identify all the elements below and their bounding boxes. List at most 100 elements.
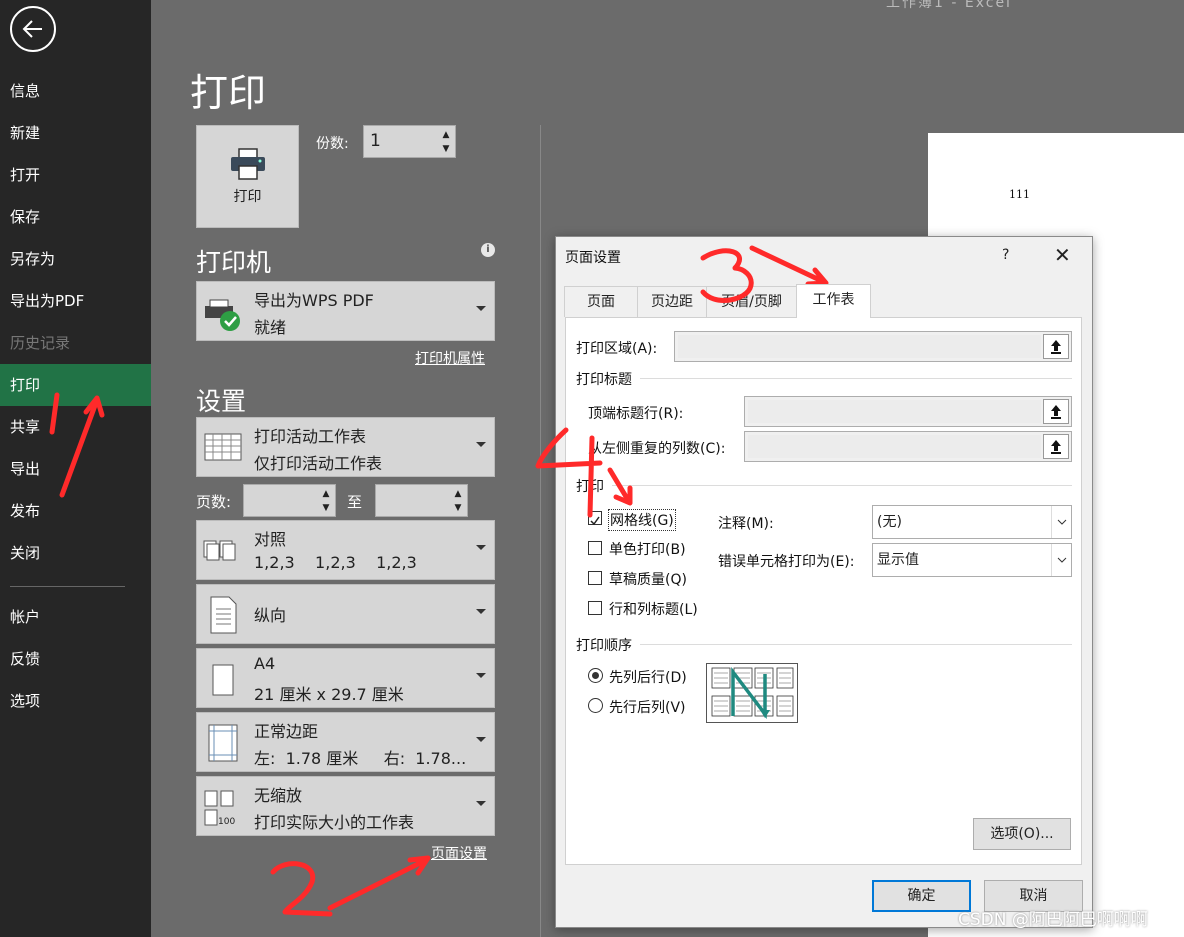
black-white-checkbox[interactable] (588, 541, 602, 555)
nav-new[interactable]: 新建 (0, 112, 151, 154)
collapse-dialog-button[interactable] (1043, 399, 1069, 424)
print-area-label: 打印区域(A): (576, 341, 658, 357)
paper-size-select[interactable]: A4 21 厘米 x 29.7 厘米 (196, 648, 495, 708)
ok-button[interactable]: 确定 (872, 880, 971, 912)
over-then-down-label[interactable]: 先行后列(V) (609, 697, 686, 717)
paper-size-desc: 21 厘米 x 29.7 厘米 (254, 685, 404, 704)
nav-save-as[interactable]: 另存为 (0, 238, 151, 280)
print-area-input[interactable] (674, 331, 1072, 362)
scaling-desc: 打印实际大小的工作表 (254, 813, 415, 832)
nav-account[interactable]: 帐户 (0, 596, 151, 638)
print-button[interactable]: 打印 (196, 125, 299, 228)
print-scope-select[interactable]: 打印活动工作表 仅打印活动工作表 (196, 417, 495, 477)
cell-errors-select[interactable]: 显示值 (872, 543, 1072, 577)
collate-select[interactable]: 对照 1,2,3 1,2,3 1,2,3 (196, 520, 495, 580)
print-titles-group-label: 打印标题 (576, 372, 632, 388)
close-icon[interactable]: ✕ (1054, 243, 1071, 267)
tab-margins[interactable]: 页边距 (637, 286, 707, 317)
nav-divider (10, 586, 125, 587)
options-button[interactable]: 选项(O)... (973, 818, 1071, 850)
chevron-down-icon (1051, 544, 1071, 576)
group-divider (612, 485, 1072, 486)
cell-errors-value: 显示值 (877, 552, 919, 568)
upload-arrow-icon (1051, 439, 1061, 454)
down-then-over-label[interactable]: 先列后行(D) (609, 667, 687, 687)
print-scope-desc: 仅打印活动工作表 (254, 454, 383, 473)
nav-options[interactable]: 选项 (0, 680, 151, 722)
page-order-icon (711, 666, 794, 720)
margins-title: 正常边距 (254, 722, 319, 741)
pages-from-input[interactable]: ▲ ▼ (243, 484, 336, 517)
nav-export-pdf[interactable]: 导出为PDF (0, 280, 151, 322)
nav-export[interactable]: 导出 (0, 448, 151, 490)
row-col-headings-checkbox[interactable] (588, 601, 602, 615)
printer-select[interactable]: 导出为WPS PDF 就绪 (196, 281, 495, 341)
chevron-down-icon (476, 545, 486, 550)
rows-repeat-input[interactable] (744, 396, 1072, 427)
printer-properties-link[interactable]: 打印机属性 (415, 348, 485, 368)
nav-history: 历史记录 (10, 334, 71, 352)
printer-ready-icon (205, 299, 240, 331)
comments-select[interactable]: (无) (872, 505, 1072, 539)
nav-share[interactable]: 共享 (0, 406, 151, 448)
chevron-down-icon (476, 306, 486, 311)
nav-feedback[interactable]: 反馈 (0, 638, 151, 680)
info-icon[interactable]: i (481, 243, 495, 257)
collate-icon (203, 540, 236, 561)
page-title: 打印 (190, 71, 267, 115)
spin-up-icon[interactable]: ▲ (319, 487, 333, 501)
back-button[interactable] (10, 6, 56, 52)
orientation-title: 纵向 (254, 606, 287, 625)
spin-down-icon[interactable]: ▼ (451, 501, 465, 515)
printer-heading: 打印机 (196, 248, 272, 277)
orientation-select[interactable]: 纵向 (196, 584, 495, 644)
help-button[interactable]: ? (1002, 247, 1009, 263)
rows-repeat-label: 顶端标题行(R): (588, 406, 684, 422)
chevron-down-icon (1051, 506, 1071, 538)
spin-up-icon[interactable]: ▲ (439, 128, 453, 142)
nav-save[interactable]: 保存 (0, 196, 151, 238)
gridlines-checkbox[interactable] (588, 511, 602, 526)
down-then-over-radio[interactable] (588, 668, 603, 683)
cols-repeat-input[interactable] (744, 431, 1072, 462)
checkmark-icon (590, 516, 600, 526)
scaling-icon: 100 (204, 790, 235, 827)
printer-name: 导出为WPS PDF (254, 291, 374, 310)
chevron-down-icon (476, 442, 486, 447)
page-setup-link[interactable]: 页面设置 (431, 843, 487, 863)
watermark: CSDN @阿巴阿巴啊啊啊 (958, 910, 1148, 930)
nav-close[interactable]: 关闭 (0, 532, 151, 574)
spin-down-icon[interactable]: ▼ (439, 142, 453, 156)
draft-quality-checkbox[interactable] (588, 571, 602, 585)
upload-arrow-icon (1051, 404, 1061, 419)
page-order-diagram (706, 663, 798, 723)
margins-icon (208, 724, 238, 762)
scaling-select[interactable]: 100 无缩放 打印实际大小的工作表 (196, 776, 495, 836)
row-col-headings-label[interactable]: 行和列标题(L) (609, 599, 698, 619)
black-white-label[interactable]: 单色打印(B) (609, 539, 686, 559)
over-then-down-radio[interactable] (588, 698, 603, 713)
spin-up-icon[interactable]: ▲ (451, 487, 465, 501)
margins-select[interactable]: 正常边距 左: 1.78 厘米 右: 1.78... (196, 712, 495, 772)
pages-to-input[interactable]: ▲ ▼ (375, 484, 468, 517)
spin-down-icon[interactable]: ▼ (319, 501, 333, 515)
scaling-title: 无缩放 (254, 786, 303, 805)
preview-divider (540, 125, 541, 937)
copies-input[interactable]: 1 ▲ ▼ (363, 125, 456, 158)
nav-open[interactable]: 打开 (0, 154, 151, 196)
paper-size-title: A4 (254, 654, 276, 673)
tab-sheet[interactable]: 工作表 (796, 284, 871, 318)
collapse-dialog-button[interactable] (1043, 334, 1069, 359)
tab-page[interactable]: 页面 (564, 286, 638, 317)
nav-print[interactable]: 打印 (0, 364, 151, 406)
settings-heading: 设置 (196, 387, 247, 416)
collapse-dialog-button[interactable] (1043, 434, 1069, 459)
sheet-tab-panel: 打印区域(A): 打印标题 顶端标题行(R): 从左侧重复的列数(C): 打印 (565, 317, 1082, 865)
chevron-down-icon (476, 737, 486, 742)
gridlines-label[interactable]: 网格线(G) (608, 509, 676, 531)
nav-publish[interactable]: 发布 (0, 490, 151, 532)
group-divider (640, 378, 1072, 379)
tab-header-footer[interactable]: 页眉/页脚 (706, 286, 797, 317)
nav-info[interactable]: 信息 (0, 70, 151, 112)
draft-quality-label[interactable]: 草稿质量(Q) (609, 569, 687, 589)
